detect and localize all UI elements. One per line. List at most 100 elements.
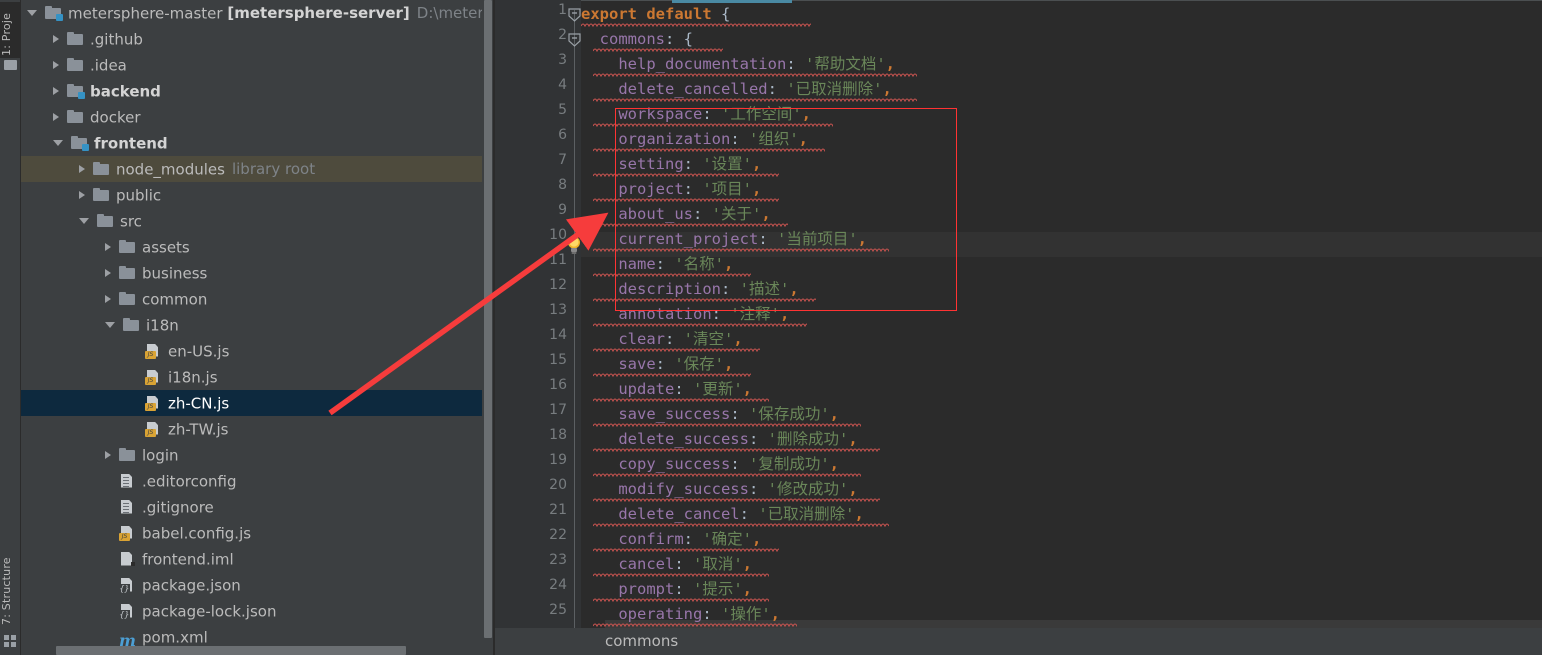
breadcrumb[interactable]: commons xyxy=(495,628,1542,655)
tree-item-login[interactable]: login xyxy=(21,442,493,468)
tree-item-public[interactable]: public xyxy=(21,182,493,208)
tree-item-i18n-js[interactable]: JS i18n.js xyxy=(21,364,493,390)
property-token: save xyxy=(618,355,656,373)
colon-token: : xyxy=(739,505,759,523)
project-vertical-scrollbar[interactable] xyxy=(482,0,493,655)
string-token: '帮助文档' xyxy=(804,55,886,73)
property-token: save_success xyxy=(618,405,731,423)
line-number: 10 xyxy=(549,227,567,243)
line-number: 9 xyxy=(558,202,567,218)
string-token: '描述' xyxy=(739,280,790,298)
tree-item-label: public xyxy=(116,186,162,205)
tree-item-label: backend xyxy=(90,82,161,101)
expand-arrow-icon[interactable] xyxy=(53,139,63,146)
string-token: '确定' xyxy=(702,530,752,548)
comma-token: , xyxy=(742,580,753,598)
project-horizontal-scrollbar[interactable] xyxy=(56,646,406,655)
tree-item--idea[interactable]: .idea xyxy=(21,52,493,78)
intention-bulb-icon[interactable] xyxy=(566,235,582,255)
code-editor[interactable]: 1 2 3 4 5 6 7 8 9 10 11 12 13 14 15 16 17 18 19 20 21 22 23 24 2… xyxy=(495,0,1542,655)
tree-item-label: zh-TW.js xyxy=(168,420,229,439)
comma-token: , xyxy=(789,280,799,298)
collapse-arrow-icon[interactable] xyxy=(105,242,111,251)
tree-item-label: docker xyxy=(90,108,141,127)
folder-icon xyxy=(119,265,136,280)
tree-item-babel-config-js[interactable]: JS babel.config.js xyxy=(21,520,493,546)
colon-token: : xyxy=(665,30,684,48)
code-text-area[interactable]: export default { commons: { help_documen… xyxy=(581,0,1542,655)
collapse-arrow-icon[interactable] xyxy=(105,268,111,277)
tree-item-zh-cn-js[interactable]: JS zh-CN.js xyxy=(21,390,493,416)
tree-item-package-json[interactable]: {} package.json xyxy=(21,572,493,598)
line-number: 20 xyxy=(549,477,567,493)
tree-item-module-name: [metersphere-server] xyxy=(227,4,410,22)
tree-item-business[interactable]: business xyxy=(21,260,493,286)
tree-item-docker[interactable]: docker xyxy=(21,104,493,130)
left-tool-strip: 1: Proje 7: Structure xyxy=(0,0,21,655)
colon-token: : xyxy=(730,405,749,423)
tool-tab-structure[interactable]: 7: Structure xyxy=(0,551,21,625)
collapse-arrow-icon[interactable] xyxy=(105,294,111,303)
collapse-arrow-icon[interactable] xyxy=(53,86,59,95)
colon-token: : xyxy=(674,380,693,398)
string-token: '工作空间' xyxy=(721,105,802,123)
tree-item-i18n[interactable]: i18n xyxy=(21,312,493,338)
comma-token: , xyxy=(882,80,892,98)
string-token: '删除成功' xyxy=(767,430,849,448)
collapse-arrow-icon[interactable] xyxy=(53,60,59,69)
property-token: delete_cancel xyxy=(618,505,740,523)
line-number: 24 xyxy=(549,577,567,593)
property-token: annotation xyxy=(618,305,712,323)
editor-gutter[interactable]: 1 2 3 4 5 6 7 8 9 10 11 12 13 14 15 16 17 18 19 20 21 22 23 24 2… xyxy=(495,0,581,655)
collapse-arrow-icon[interactable] xyxy=(79,190,85,199)
tree-item-zh-tw-js[interactable]: JS zh-TW.js xyxy=(21,416,493,442)
tree-item-backend[interactable]: backend xyxy=(21,78,493,104)
project-tree[interactable]: metersphere-master [metersphere-server] D… xyxy=(21,0,493,650)
tree-item-frontend-iml[interactable]: frontend.iml xyxy=(21,546,493,572)
expand-arrow-icon[interactable] xyxy=(27,9,37,16)
tree-item-label: babel.config.js xyxy=(142,524,252,543)
tree-item-label: .idea xyxy=(90,56,127,75)
tree-item-src[interactable]: src xyxy=(21,208,493,234)
tree-item-label: pom.xml xyxy=(142,628,208,647)
fold-marker-icon[interactable] xyxy=(568,33,581,47)
line-number: 6 xyxy=(558,127,567,143)
expand-arrow-icon[interactable] xyxy=(79,217,89,224)
tree-item-en-us-js[interactable]: JS en-US.js xyxy=(21,338,493,364)
tree-item--github[interactable]: .github xyxy=(21,26,493,52)
string-token: '设置' xyxy=(702,155,752,173)
property-token: copy_success xyxy=(618,455,731,473)
fold-marker-icon[interactable] xyxy=(568,8,581,22)
project-tool-window[interactable]: metersphere-master [metersphere-server] D… xyxy=(21,0,493,655)
colon-token: : xyxy=(711,305,731,323)
tree-item-metersphere-master[interactable]: metersphere-master [metersphere-server] D… xyxy=(21,0,493,26)
tree-item--gitignore[interactable]: .gitignore xyxy=(21,494,493,520)
property-token: name xyxy=(618,255,656,273)
string-token: '修改成功' xyxy=(767,480,849,498)
tree-item-common[interactable]: common xyxy=(21,286,493,312)
collapse-arrow-icon[interactable] xyxy=(53,34,59,43)
collapse-arrow-icon[interactable] xyxy=(79,164,85,173)
line-number: 23 xyxy=(549,552,567,568)
colon-token: : xyxy=(683,155,703,173)
tree-item-node-modules[interactable]: node_modules library root xyxy=(21,156,493,182)
colon-token: : xyxy=(674,555,693,573)
colon-token: : xyxy=(748,430,768,448)
tree-item-label: package.json xyxy=(142,576,241,595)
tree-item-assets[interactable]: assets xyxy=(21,234,493,260)
colon-token: : xyxy=(702,605,721,623)
collapse-arrow-icon[interactable] xyxy=(105,450,111,459)
tree-item-label: metersphere-master xyxy=(68,4,223,23)
json-file-icon: {} xyxy=(119,578,136,593)
expand-arrow-icon[interactable] xyxy=(105,321,115,328)
property-token: about_us xyxy=(618,205,693,223)
tree-item--editorconfig[interactable]: .editorconfig xyxy=(21,468,493,494)
comma-token: , xyxy=(770,605,781,623)
tree-item-label: node_modules xyxy=(116,160,225,179)
collapse-arrow-icon[interactable] xyxy=(53,112,59,121)
tree-item-package-lock-json[interactable]: {} package-lock.json xyxy=(21,598,493,624)
tool-tab-project[interactable]: 1: Proje xyxy=(0,2,21,58)
project-scrollbar-thumb[interactable] xyxy=(484,0,492,638)
js-file-icon: JS xyxy=(145,370,162,385)
tree-item-frontend[interactable]: frontend xyxy=(21,130,493,156)
